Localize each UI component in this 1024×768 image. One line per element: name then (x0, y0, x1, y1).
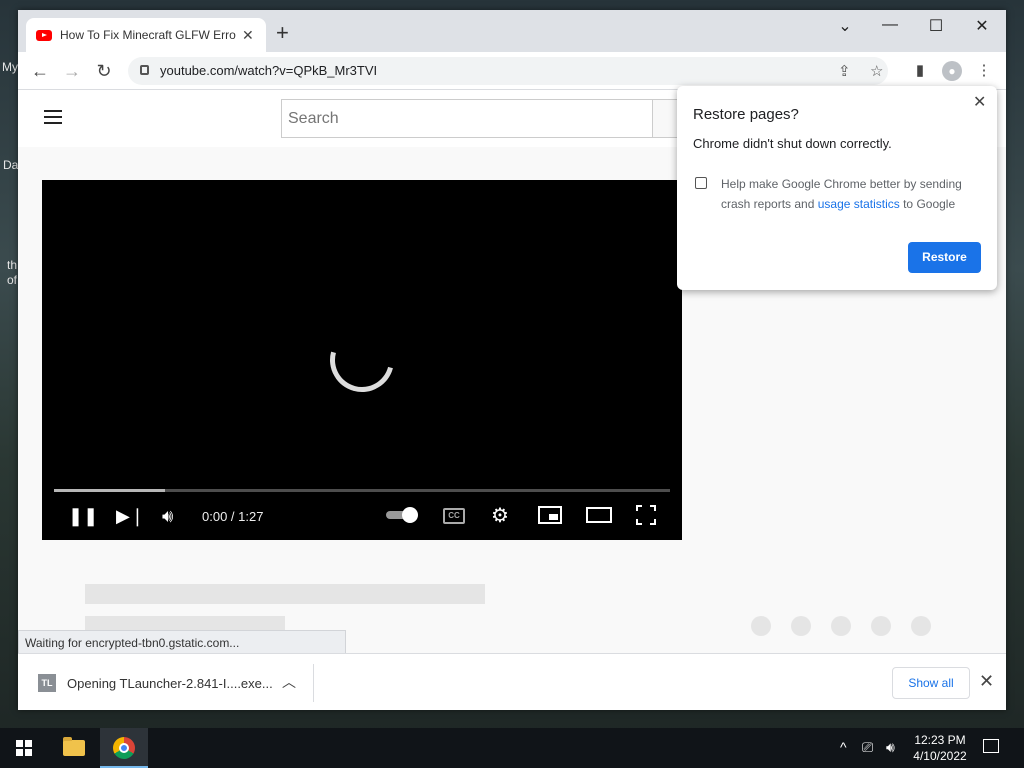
clock[interactable]: 12:23 PM 4/10/2022 (908, 732, 972, 764)
help-text-end: to Google (899, 197, 956, 211)
autoplay-toggle[interactable] (386, 507, 420, 523)
clock-date: 4/10/2022 (913, 749, 967, 763)
search-input[interactable] (281, 99, 653, 138)
download-bar: TL Opening TLauncher-2.841-I....exe... ︿… (18, 653, 1006, 710)
theater-icon[interactable] (586, 507, 612, 523)
taskbar: ^ ⎚ 🔊︎ 12:23 PM 4/10/2022 (0, 728, 1024, 768)
lock-icon[interactable] (140, 65, 149, 75)
url-text[interactable]: youtube.com/watch?v=QPkB_Mr3TVI (160, 63, 377, 78)
tab-youtube[interactable]: How To Fix Minecraft GLFW Error ✕ (26, 18, 266, 52)
tab-close-icon[interactable]: ✕ (242, 27, 254, 44)
desktop-icon-label: th (7, 258, 18, 272)
reload-button[interactable]: ↻ (93, 60, 115, 82)
notification-icon[interactable] (983, 739, 999, 753)
desktop-icon-label: of (7, 273, 18, 287)
captions-icon[interactable]: CC (443, 508, 465, 524)
minimize-button[interactable]: — (875, 16, 905, 34)
status-bubble: Waiting for encrypted-tbn0.gstatic.com..… (18, 630, 346, 654)
side-panel-icon[interactable]: ▮ (910, 61, 930, 81)
star-icon[interactable]: ☆ (870, 62, 883, 80)
divider (313, 664, 314, 702)
file-explorer-icon[interactable] (63, 737, 85, 756)
profile-icon[interactable]: ● (942, 61, 962, 81)
forward-button[interactable]: → (61, 60, 83, 82)
chrome-icon (113, 737, 135, 759)
show-all-button[interactable]: Show all (892, 667, 970, 699)
close-download-bar-icon[interactable]: ✕ (979, 671, 994, 692)
usage-statistics-link[interactable]: usage statistics (818, 197, 900, 211)
youtube-favicon-icon (36, 29, 52, 41)
miniplayer-icon[interactable] (538, 506, 562, 524)
maximize-button[interactable]: ☐ (921, 16, 951, 36)
progress-fill (54, 489, 165, 492)
time-display: 0:00 / 1:27 (202, 509, 264, 524)
action-skeleton (751, 616, 771, 636)
action-skeleton (871, 616, 891, 636)
fullscreen-icon[interactable] (636, 505, 656, 525)
dialog-close-icon[interactable]: ✕ (973, 92, 986, 112)
crash-report-label: Help make Google Chrome better by sendin… (721, 174, 981, 214)
address-bar[interactable]: youtube.com/watch?v=QPkB_Mr3TVI ⇪ ☆ (128, 57, 888, 85)
tlauncher-file-icon: TL (38, 674, 56, 692)
settings-icon[interactable]: ⚙ (491, 504, 509, 528)
dialog-title: Restore pages? (693, 106, 799, 123)
video-player[interactable]: ❚❚ ▶❘ 🔊︎ 0:00 / 1:27 CC ⚙ (42, 180, 682, 540)
menu-icon[interactable]: ⋮ (974, 61, 994, 81)
restore-pages-dialog: Restore pages? ✕ Chrome didn't shut down… (677, 86, 997, 290)
title-skeleton (85, 584, 485, 604)
back-button[interactable]: ← (29, 60, 51, 82)
new-tab-button[interactable]: + (276, 22, 289, 44)
hamburger-menu-icon[interactable] (44, 110, 62, 124)
browser-toolbar: ← → ↻ youtube.com/watch?v=QPkB_Mr3TVI ⇪ … (18, 52, 1006, 90)
tray-chevron-icon[interactable]: ^ (840, 739, 847, 755)
action-skeleton (911, 616, 931, 636)
action-skeleton (791, 616, 811, 636)
network-icon[interactable]: ⎚ (862, 739, 873, 756)
pause-icon[interactable]: ❚❚ (68, 504, 98, 528)
loading-spinner-icon (318, 316, 406, 404)
tab-title: How To Fix Minecraft GLFW Error (60, 28, 236, 42)
chrome-taskbar-button[interactable] (100, 728, 148, 768)
desktop-icon-label: Da (3, 158, 19, 172)
download-item-text[interactable]: Opening TLauncher-2.841-I....exe... (67, 676, 273, 691)
desktop-icon-label: My (2, 60, 18, 74)
restore-button[interactable]: Restore (908, 242, 981, 273)
volume-icon[interactable]: 🔊︎ (162, 504, 173, 528)
tab-strip: How To Fix Minecraft GLFW Error ✕ + ⌄ — … (18, 10, 1006, 52)
next-icon[interactable]: ▶❘ (116, 504, 145, 528)
progress-bar[interactable] (54, 489, 670, 492)
volume-tray-icon[interactable]: 🔊︎ (886, 739, 895, 756)
tab-search-chevron-icon[interactable]: ⌄ (830, 16, 860, 36)
windows-start-icon[interactable] (16, 740, 32, 756)
close-window-button[interactable]: ✕ (967, 16, 997, 36)
share-icon[interactable]: ⇪ (838, 62, 851, 80)
crash-report-checkbox[interactable] (695, 177, 707, 189)
dialog-message: Chrome didn't shut down correctly. (693, 136, 892, 151)
clock-time: 12:23 PM (914, 733, 966, 747)
action-skeleton (831, 616, 851, 636)
chevron-up-icon[interactable]: ︿ (282, 672, 296, 692)
